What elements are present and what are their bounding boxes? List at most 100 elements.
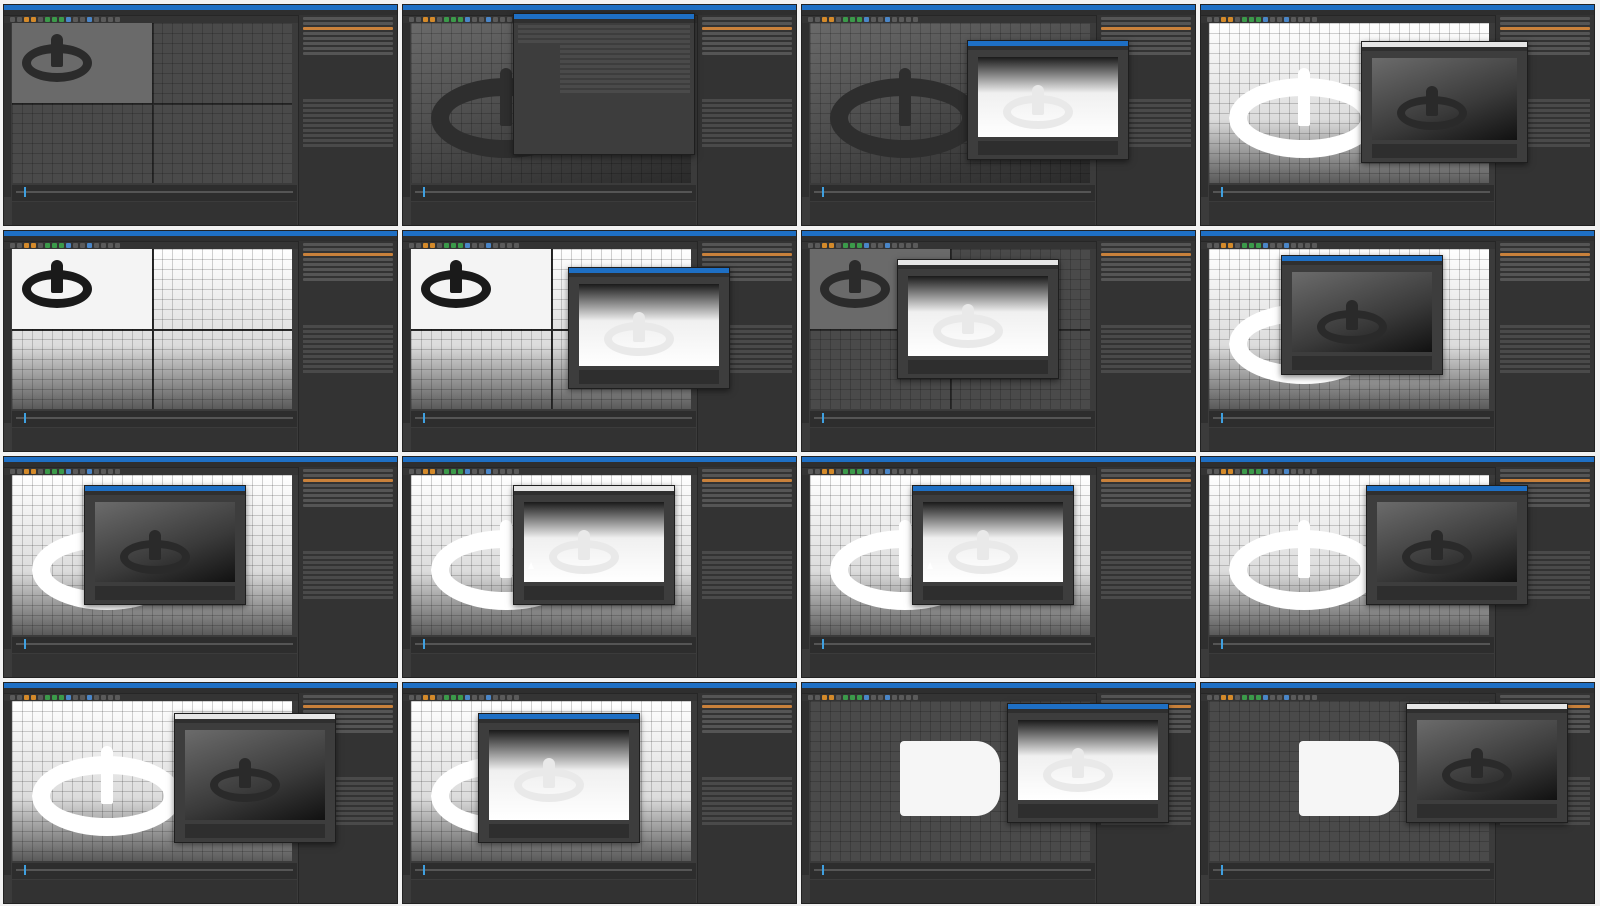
- picture-viewer-dialog[interactable]: [967, 40, 1129, 160]
- toolbar-tool-icon[interactable]: [24, 17, 29, 22]
- object-list-row[interactable]: [702, 730, 792, 733]
- attribute-row[interactable]: [702, 777, 792, 780]
- attribute-row[interactable]: [1101, 586, 1191, 589]
- timeline[interactable]: [411, 637, 696, 653]
- object-list-row[interactable]: [1500, 243, 1590, 246]
- toolbar-tool-icon[interactable]: [1305, 469, 1310, 474]
- toolbar-tool-icon[interactable]: [24, 695, 29, 700]
- attribute-row[interactable]: [702, 576, 792, 579]
- toolbar-tool-icon[interactable]: [486, 17, 491, 22]
- toolbar-tool-icon[interactable]: [857, 695, 862, 700]
- toolbar-tool-icon[interactable]: [822, 695, 827, 700]
- attribute-row[interactable]: [1101, 581, 1191, 584]
- toolbar-tool-icon[interactable]: [1312, 469, 1317, 474]
- toolbar-tool-icon[interactable]: [808, 17, 813, 22]
- toolbar-tool-icon[interactable]: [892, 469, 897, 474]
- toolbar-tool-icon[interactable]: [1235, 243, 1240, 248]
- toolbar-tool-icon[interactable]: [514, 243, 519, 248]
- toolbar-tool-icon[interactable]: [472, 17, 477, 22]
- toolbar-tool-icon[interactable]: [38, 695, 43, 700]
- toolbar-tool-icon[interactable]: [416, 243, 421, 248]
- toolbar-tool-icon[interactable]: [1291, 695, 1296, 700]
- toolbar-tool-icon[interactable]: [45, 469, 50, 474]
- toolbar-tool-icon[interactable]: [38, 243, 43, 248]
- attribute-row[interactable]: [1101, 350, 1191, 353]
- toolbar-tool-icon[interactable]: [45, 695, 50, 700]
- picture-viewer-dialog[interactable]: [568, 267, 730, 389]
- attribute-row[interactable]: [1101, 355, 1191, 358]
- object-list-row[interactable]: [1500, 469, 1590, 472]
- toolbar-tool-icon[interactable]: [1284, 695, 1289, 700]
- attribute-row[interactable]: [303, 551, 393, 554]
- toolbar-tool-icon[interactable]: [899, 17, 904, 22]
- toolbar-tool-icon[interactable]: [815, 695, 820, 700]
- toolbar-tool-icon[interactable]: [73, 17, 78, 22]
- object-list-row[interactable]: [702, 248, 792, 251]
- object-list-row[interactable]: [702, 47, 792, 50]
- object-list-row[interactable]: [303, 499, 393, 502]
- toolbar-tool-icon[interactable]: [108, 469, 113, 474]
- toolbar-tool-icon[interactable]: [1214, 17, 1219, 22]
- attribute-row[interactable]: [303, 330, 393, 333]
- toolbar-tool-icon[interactable]: [843, 243, 848, 248]
- object-list-row[interactable]: [1101, 253, 1191, 256]
- attribute-row[interactable]: [303, 129, 393, 132]
- toolbar-tool-icon[interactable]: [836, 243, 841, 248]
- object-list-row[interactable]: [1500, 273, 1590, 276]
- toolbar-tool-icon[interactable]: [1263, 17, 1268, 22]
- toolbar-tool-icon[interactable]: [871, 17, 876, 22]
- attribute-row[interactable]: [702, 591, 792, 594]
- attribute-row[interactable]: [1101, 566, 1191, 569]
- object-list-row[interactable]: [702, 710, 792, 713]
- toolbar-tool-icon[interactable]: [864, 17, 869, 22]
- toolbar-tool-icon[interactable]: [73, 695, 78, 700]
- object-list-row[interactable]: [702, 37, 792, 40]
- toolbar-tool-icon[interactable]: [437, 17, 442, 22]
- object-list-row[interactable]: [1101, 499, 1191, 502]
- toolbar-tool-icon[interactable]: [1228, 243, 1233, 248]
- attribute-row[interactable]: [303, 576, 393, 579]
- attribute-row[interactable]: [1500, 340, 1590, 343]
- timeline-playhead[interactable]: [423, 639, 425, 649]
- toolbar-tool-icon[interactable]: [115, 17, 120, 22]
- toolbar-tool-icon[interactable]: [1256, 17, 1261, 22]
- toolbar-tool-icon[interactable]: [66, 17, 71, 22]
- toolbar-tool-icon[interactable]: [1270, 695, 1275, 700]
- toolbar-tool-icon[interactable]: [1249, 243, 1254, 248]
- object-list-row[interactable]: [702, 263, 792, 266]
- toolbar-tool-icon[interactable]: [871, 695, 876, 700]
- toolbar-tool-icon[interactable]: [1228, 469, 1233, 474]
- toolbar-tool-icon[interactable]: [108, 17, 113, 22]
- toolbar-tool-icon[interactable]: [892, 243, 897, 248]
- toolbar-tool-icon[interactable]: [1249, 469, 1254, 474]
- toolbar-tool-icon[interactable]: [52, 469, 57, 474]
- timeline-playhead[interactable]: [24, 187, 26, 197]
- timeline[interactable]: [411, 185, 696, 201]
- toolbar-tool-icon[interactable]: [52, 695, 57, 700]
- toolbar-tool-icon[interactable]: [1298, 17, 1303, 22]
- toolbar-tool-icon[interactable]: [1214, 469, 1219, 474]
- timeline[interactable]: [411, 863, 696, 879]
- toolbar-tool-icon[interactable]: [899, 243, 904, 248]
- object-list-row[interactable]: [1101, 22, 1191, 25]
- toolbar-tool-icon[interactable]: [1228, 17, 1233, 22]
- toolbar-tool-icon[interactable]: [857, 17, 862, 22]
- toolbar-tool-icon[interactable]: [1312, 695, 1317, 700]
- toolbar-tool-icon[interactable]: [409, 243, 414, 248]
- picture-viewer-dialog[interactable]: [478, 713, 640, 843]
- toolbar-tool-icon[interactable]: [822, 469, 827, 474]
- attribute-row[interactable]: [303, 566, 393, 569]
- toolbar-tool-icon[interactable]: [10, 243, 15, 248]
- attribute-row[interactable]: [702, 817, 792, 820]
- object-list-row[interactable]: [1101, 273, 1191, 276]
- attribute-row[interactable]: [702, 822, 792, 825]
- toolbar-tool-icon[interactable]: [1312, 243, 1317, 248]
- render-setting-row[interactable]: [560, 60, 690, 63]
- toolbar-tool-icon[interactable]: [423, 243, 428, 248]
- render-setting-row[interactable]: [560, 80, 690, 83]
- toolbar-tool-icon[interactable]: [479, 243, 484, 248]
- toolbar-tool-icon[interactable]: [500, 695, 505, 700]
- object-list-row[interactable]: [303, 47, 393, 50]
- toolbar-tool-icon[interactable]: [59, 469, 64, 474]
- object-list-row[interactable]: [702, 258, 792, 261]
